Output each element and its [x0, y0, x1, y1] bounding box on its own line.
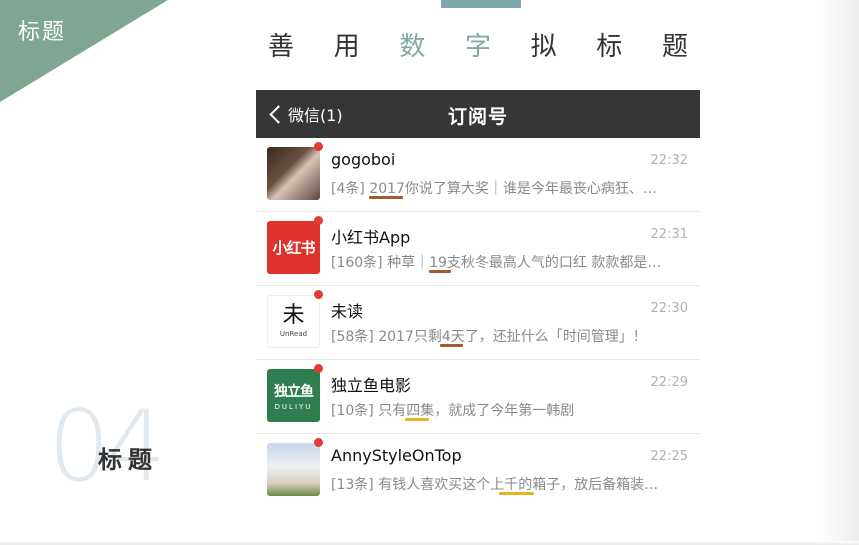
nav-title: 订阅号: [447, 106, 508, 128]
headline-char: 善: [268, 32, 295, 62]
section-title: 标题: [98, 446, 158, 474]
unread-dot: [314, 290, 323, 299]
message-preview: [160条] 种草｜19支秋冬最高人气的口红 款款都是…: [331, 255, 662, 271]
unread-dot: [314, 438, 323, 447]
avatar-caption: UnRead: [279, 330, 308, 338]
annystyle-avatar-icon: [267, 443, 320, 496]
subscription-item[interactable]: 未 UnRead 未读 22:30 [58条] 2017只剩4天了，还扯什么「时…: [256, 286, 700, 360]
page-bottom-shadow: [0, 541, 859, 545]
timestamp: 22:25: [650, 449, 688, 464]
headline-char-highlight: 字: [464, 32, 491, 62]
headline-char: 用: [333, 32, 360, 62]
subscription-item[interactable]: 独立鱼 DULIYU 独立鱼电影 22:29 [10条] 只有四集，就成了今年第…: [256, 360, 700, 434]
timestamp: 22:29: [650, 375, 688, 390]
timestamp: 22:31: [650, 227, 688, 242]
account-name: 未读: [331, 302, 364, 321]
headline-char: 题: [661, 32, 688, 62]
unread-dot: [314, 216, 323, 225]
message-preview: [10条] 只有四集，就成了今年第一韩剧: [331, 403, 575, 419]
xiaohongshu-avatar-icon: 小红书: [267, 221, 320, 274]
subscription-item[interactable]: 小红书 小红书App 22:31 [160条] 种草｜19支秋冬最高人气的口红 …: [256, 212, 700, 286]
account-name: 独立鱼电影: [331, 376, 412, 395]
corner-badge-label: 标题: [18, 20, 67, 45]
timestamp: 22:30: [650, 301, 688, 316]
gogoboi-avatar-icon: [267, 147, 320, 200]
headline-char-highlight: 数: [399, 32, 426, 62]
account-name: AnnyStyleOnTop: [331, 446, 462, 465]
message-preview: [4条] 2017你说了算大奖｜谁是今年最丧心病狂、…: [331, 181, 657, 197]
highlight-underline: [405, 418, 429, 421]
unread-avatar-icon: 未 UnRead: [267, 295, 320, 348]
duliyu-avatar-icon: 独立鱼 DULIYU: [267, 369, 320, 422]
account-name: gogoboi: [331, 150, 396, 169]
avatar-caption: DULIYU: [274, 402, 313, 411]
headline-char: 拟: [530, 32, 557, 62]
message-preview: [13条] 有钱人喜欢买这个上千的箱子，放后备箱装…: [331, 477, 659, 493]
nav-bar: 微信(1) 订阅号: [256, 90, 700, 138]
subscription-item[interactable]: gogoboi 22:32 [4条] 2017你说了算大奖｜谁是今年最丧心病狂、…: [256, 138, 700, 212]
highlight-underline: [369, 196, 403, 199]
headline-char: 标: [596, 32, 623, 62]
wechat-screen: 微信(1) 订阅号 gogoboi 22:32 [4条] 2017你说了算大奖｜…: [256, 90, 700, 500]
headline: 善 用 数 字 拟 标 题: [268, 26, 688, 63]
highlight-underline: [429, 270, 451, 273]
account-name: 小红书App: [331, 228, 411, 247]
avatar-glyph: 独立鱼: [274, 383, 314, 400]
message-preview: [58条] 2017只剩4天了，还扯什么「时间管理」！: [331, 329, 647, 345]
highlight-underline: [499, 492, 534, 495]
timestamp: 22:32: [650, 153, 688, 168]
subscription-item[interactable]: AnnyStyleOnTop 22:25 [13条] 有钱人喜欢买这个上千的箱子…: [256, 434, 700, 507]
avatar-glyph: 未: [282, 303, 305, 328]
unread-dot: [314, 142, 323, 151]
top-accent-bar: [441, 0, 521, 8]
page-edge-shadow: [819, 0, 859, 545]
highlight-underline: [440, 344, 463, 347]
unread-dot: [314, 364, 323, 373]
